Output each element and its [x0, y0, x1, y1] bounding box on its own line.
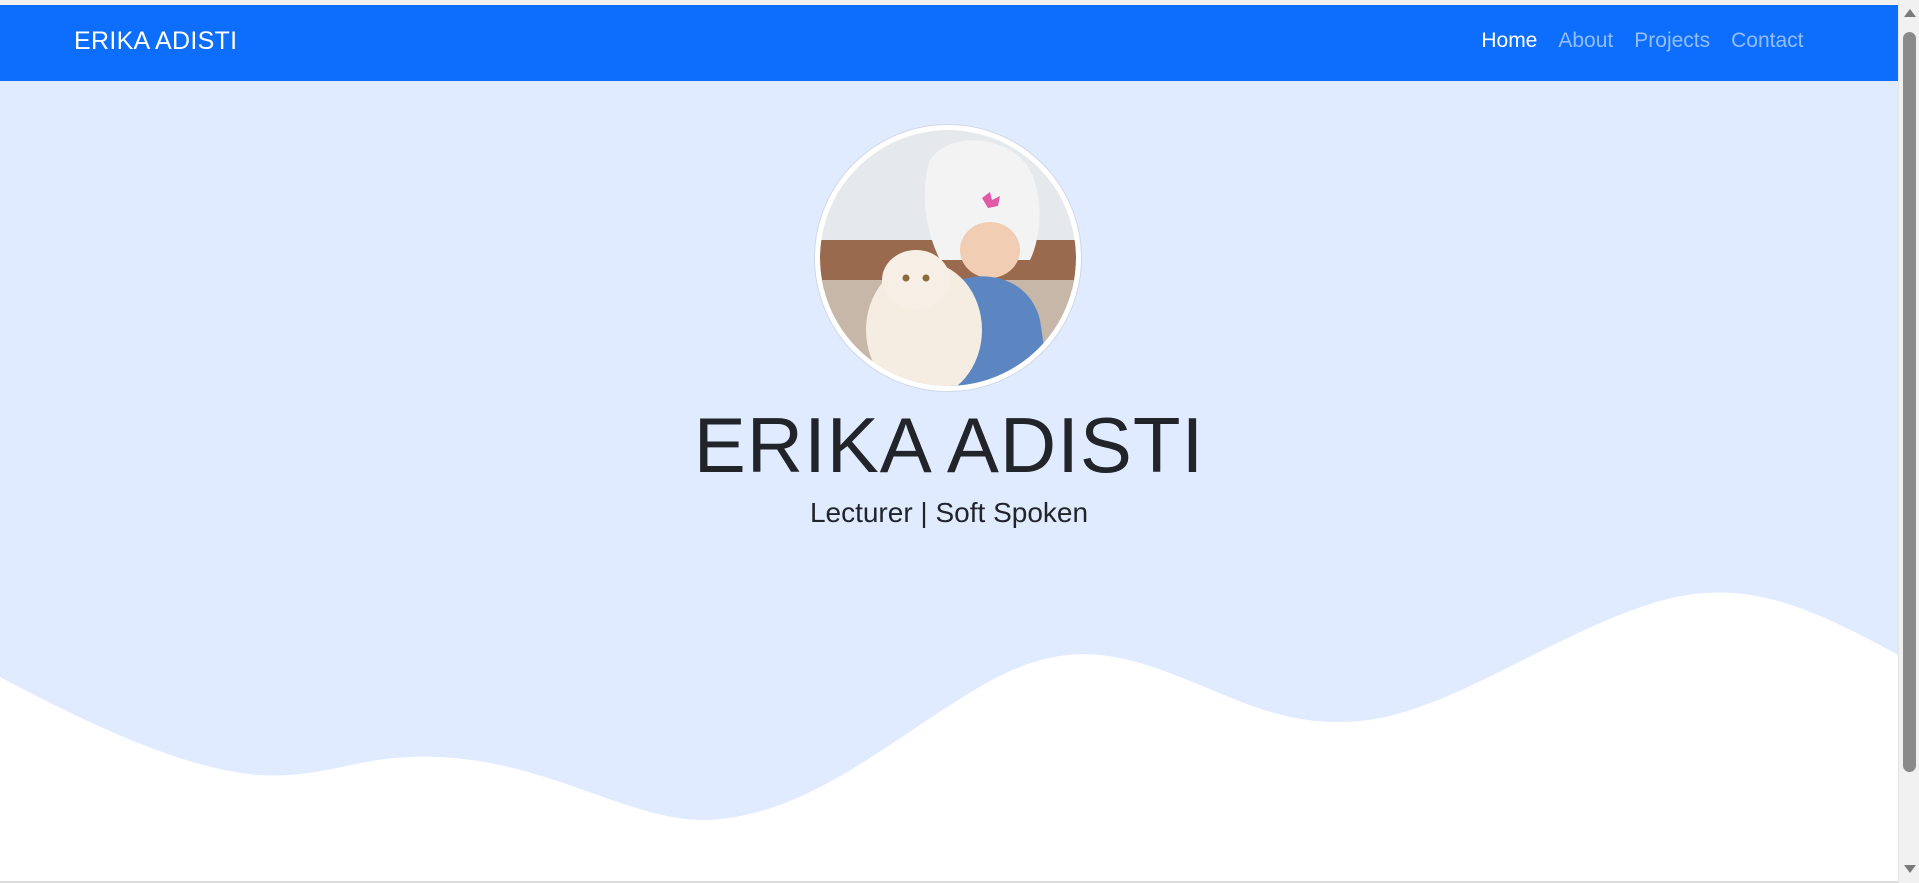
scroll-up-arrow-icon[interactable]	[1904, 9, 1916, 17]
browser-viewport: ERIKA ADISTI Home About Projects Contact	[0, 0, 1919, 883]
nav-link-home[interactable]: Home	[1471, 29, 1548, 53]
nav-link-contact[interactable]: Contact	[1721, 29, 1814, 53]
nav-link-about[interactable]: About	[1548, 29, 1624, 53]
navbar-brand[interactable]: ERIKA ADISTI	[74, 27, 237, 56]
profile-avatar	[815, 125, 1081, 391]
hero-name: ERIKA ADISTI	[693, 401, 1205, 489]
nav-links: Home About Projects Contact	[1471, 29, 1814, 53]
hero-tagline: Lecturer | Soft Spoken	[809, 497, 1089, 528]
hero-section: ERIKA ADISTI Lecturer | Soft Spoken	[0, 81, 1898, 881]
navbar: ERIKA ADISTI Home About Projects Contact	[0, 5, 1898, 81]
vertical-scrollbar[interactable]	[1898, 0, 1919, 883]
nav-link-projects[interactable]: Projects	[1624, 29, 1721, 53]
profile-photo-icon	[820, 130, 1076, 386]
scroll-down-arrow-icon[interactable]	[1904, 865, 1916, 873]
scrollbar-thumb[interactable]	[1903, 32, 1916, 772]
